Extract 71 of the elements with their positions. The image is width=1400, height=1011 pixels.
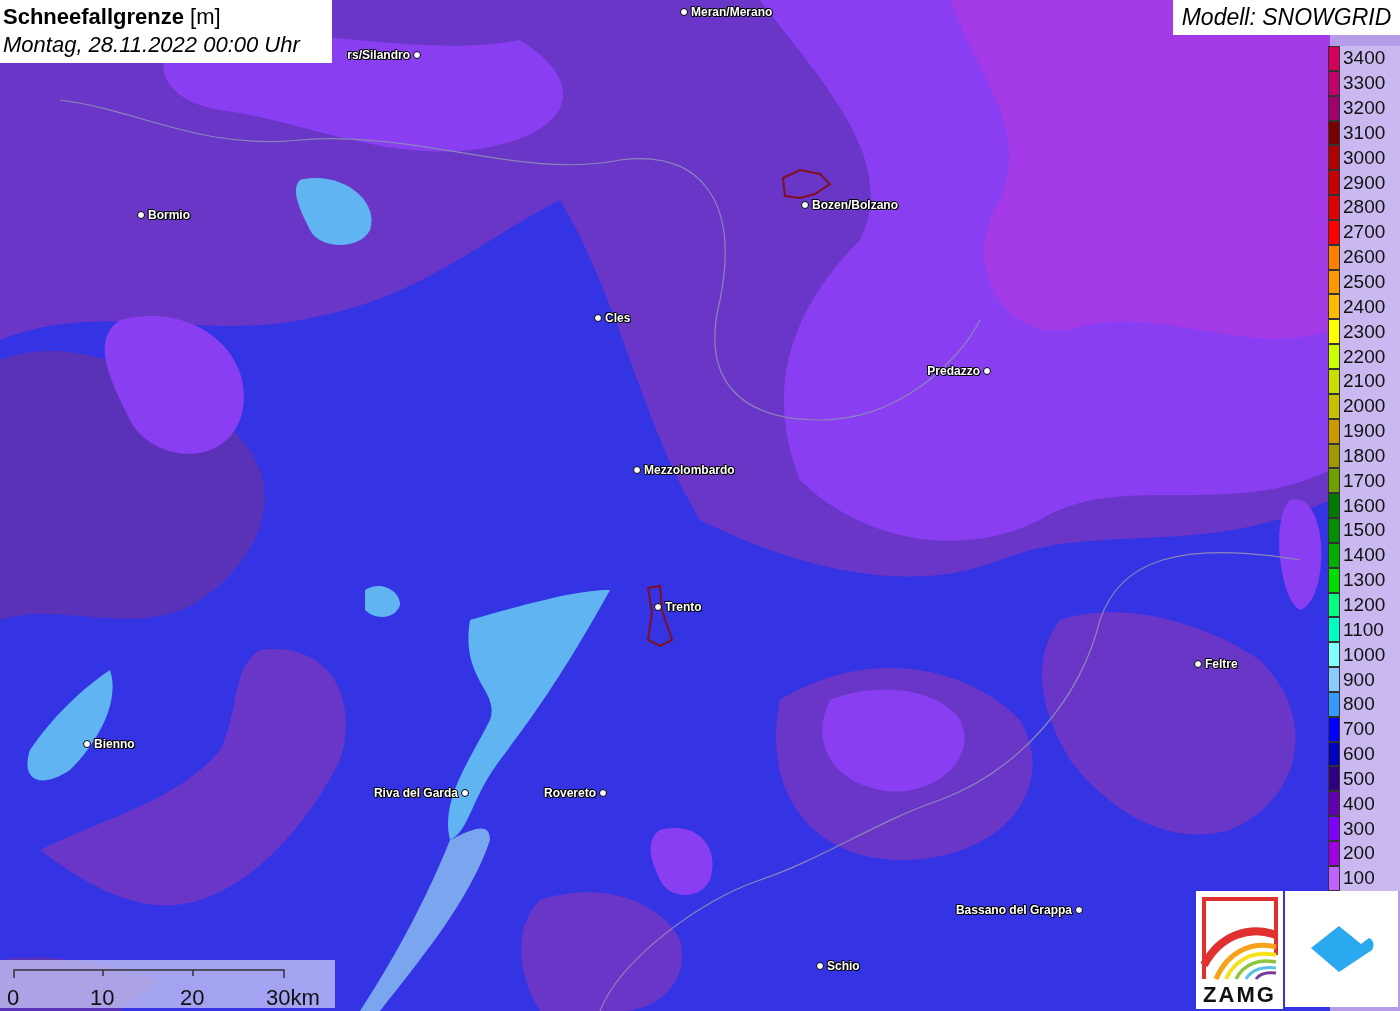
legend-value: 2700	[1343, 221, 1386, 244]
location-dot-icon	[654, 603, 662, 611]
legend-value: 2600	[1343, 246, 1386, 269]
legend-value: 200	[1343, 842, 1375, 865]
location-dot-icon	[594, 314, 602, 322]
city-label: Schio	[827, 958, 860, 974]
location-dot-icon	[801, 201, 809, 209]
scale-tick-label: 0	[7, 985, 20, 1011]
legend-value: 100	[1343, 867, 1375, 890]
legend-value: 1700	[1343, 469, 1386, 492]
map-title: Schneefallgrenze [m]	[3, 3, 222, 31]
legend-value: 1500	[1343, 519, 1386, 542]
city-label: Bienno	[94, 736, 135, 752]
legend-value: 2500	[1343, 271, 1386, 293]
legend-value: 900	[1343, 668, 1375, 691]
location-dot-icon	[83, 740, 91, 748]
scale-tick-label: 20	[180, 985, 205, 1011]
legend-value: 500	[1343, 767, 1375, 790]
location-dot-icon	[680, 8, 688, 16]
legend-value: 3000	[1343, 146, 1386, 169]
legend-value: 400	[1343, 792, 1375, 815]
legend-value: 1100	[1343, 618, 1384, 641]
city-label: Bozen/Bolzano	[812, 197, 898, 213]
location-dot-icon	[1194, 660, 1202, 668]
legend-value: 3100	[1343, 121, 1386, 144]
city-label: Bormio	[148, 207, 190, 223]
location-dot-icon	[461, 789, 469, 797]
legend-value: 3400	[1343, 47, 1386, 70]
legend-value: 2400	[1343, 295, 1386, 318]
legend-value: 2000	[1343, 395, 1386, 418]
model-label: Modell: SNOWGRID	[1173, 0, 1400, 35]
legend-value: 1400	[1343, 544, 1386, 567]
city-label: Meran/Merano	[691, 4, 773, 20]
location-dot-icon	[816, 962, 824, 970]
zamg-wordmark: ZAMG	[1203, 983, 1276, 1007]
scale-ruler-icon	[13, 969, 285, 979]
city-label: Rovereto	[544, 785, 596, 801]
legend-value: 3200	[1343, 97, 1386, 120]
legend-value: 2800	[1343, 196, 1386, 219]
legend-value: 300	[1343, 817, 1375, 840]
city-label: rs/Silandro	[347, 47, 410, 63]
date-label: Montag, 28.11.2022 00:00 Uhr	[3, 31, 302, 59]
legend-value: 1300	[1343, 569, 1386, 592]
location-dot-icon	[413, 51, 421, 59]
location-dot-icon	[137, 211, 145, 219]
legend-value: 2200	[1343, 345, 1386, 368]
city-label: Predazzo	[927, 363, 980, 379]
location-dot-icon	[983, 367, 991, 375]
scale-tick-label: 30km	[266, 985, 320, 1011]
legend-value: 1600	[1343, 494, 1386, 517]
location-dot-icon	[633, 466, 641, 474]
city-label: Bassano del Grappa	[955, 902, 1072, 918]
city-label: Trento	[665, 599, 702, 615]
legend-value: 600	[1343, 743, 1375, 766]
legend-value: 3300	[1343, 72, 1386, 95]
city-label: Mezzolombardo	[644, 462, 735, 478]
legend-value: 2300	[1343, 320, 1386, 343]
city-label: Cles	[605, 310, 631, 326]
legend-value: 2100	[1343, 370, 1386, 393]
scale-tick-label: 10	[90, 985, 115, 1011]
legend-value: 1200	[1343, 594, 1386, 616]
legend-value: 1900	[1343, 420, 1386, 443]
legend-value: 700	[1343, 718, 1375, 741]
city-label: Feltre	[1205, 656, 1238, 672]
legend-value: 800	[1343, 693, 1375, 716]
legend-value: 2900	[1343, 171, 1386, 194]
legend-value: 1800	[1343, 444, 1386, 467]
location-dot-icon	[1075, 906, 1083, 914]
rainbow-logo-icon	[1199, 895, 1280, 983]
legend-value: 1000	[1343, 643, 1386, 666]
location-dot-icon	[599, 789, 607, 797]
